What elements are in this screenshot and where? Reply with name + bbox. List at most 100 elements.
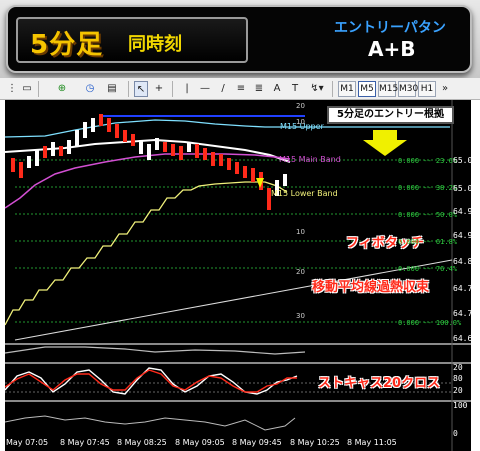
candle: [203, 148, 207, 160]
entry-pattern-value: A+B: [368, 37, 416, 61]
fib-label: 0.000 -- 38.2%: [398, 184, 458, 192]
arrow-tools-icon[interactable]: ↯▾: [306, 81, 328, 97]
fib-label: 0.000 -- 61.8%: [398, 238, 458, 246]
more-icon[interactable]: »: [440, 81, 450, 97]
timeframe-m30[interactable]: M30: [398, 81, 418, 97]
candle: [11, 158, 15, 172]
timeframe-h1[interactable]: H1: [418, 81, 436, 97]
toolbar-divider: [172, 81, 173, 97]
candle: [27, 156, 31, 168]
new-order-icon[interactable]: ⊕: [54, 81, 70, 97]
text-tool-icon[interactable]: A: [270, 81, 284, 97]
candle: [51, 142, 55, 156]
timeframe-m15[interactable]: M15: [378, 81, 398, 97]
timeframe-m1[interactable]: M1: [338, 81, 356, 97]
candle: [107, 118, 111, 132]
fib-label: 0.000 -- 50.0%: [398, 211, 458, 219]
callout-arrow-icon: [363, 130, 407, 156]
candle: [211, 152, 215, 166]
clock-icon[interactable]: ◷: [82, 81, 98, 97]
annotation-stoch: ストキャス20クロス: [318, 376, 441, 391]
entry-basis-callout: 5分足のエントリー根拠: [327, 106, 454, 124]
price-tick: 65.02: [453, 184, 478, 193]
price-tick: 64.85: [453, 257, 478, 266]
trendline-icon[interactable]: /: [216, 81, 230, 97]
toolbar-divider: [332, 81, 333, 97]
pane-divider: [5, 400, 471, 402]
vertical-line-icon[interactable]: |: [180, 81, 194, 97]
candle: [219, 154, 223, 166]
candle: [19, 162, 23, 178]
candle: [43, 146, 47, 158]
chart-margin: [471, 100, 480, 451]
fib-label: 0.000 -- 100.0%: [398, 319, 462, 327]
templates-icon[interactable]: ▤: [104, 81, 120, 97]
entry-pattern-label: エントリーパタン: [334, 20, 446, 36]
osc-scale-label: 100: [453, 401, 468, 410]
candle: [139, 140, 143, 154]
label-tool-icon[interactable]: T: [288, 81, 302, 97]
price-tick: 64.67: [453, 334, 478, 343]
band-main-line: [5, 153, 291, 209]
osc-scale-label: 20: [453, 386, 463, 395]
fibonacci-icon[interactable]: ≣: [252, 81, 266, 97]
pane-divider: [5, 343, 471, 345]
candle: [283, 174, 287, 186]
band-main-label: M15 Main Band: [279, 155, 341, 164]
osc-scale-label: 20: [453, 363, 463, 372]
title-timeframe: 5分足: [30, 30, 104, 60]
time-tick: 8 May 09:45: [232, 438, 282, 447]
fib-label: 0.000 -- 23.6%: [398, 157, 458, 165]
candle: [83, 122, 87, 138]
annotation-ma: 移動平均線過熱収束: [312, 280, 430, 295]
price-tick: 64.97: [453, 207, 478, 216]
entry-pattern-box: エントリーパタン A+B: [326, 13, 468, 67]
candle: [131, 134, 135, 146]
stoch-main-line: [5, 367, 298, 395]
price-tick: 64.73: [453, 309, 478, 318]
trend-line: [14, 259, 453, 341]
horizontal-line-icon[interactable]: —: [198, 81, 212, 97]
timeframe-m5[interactable]: M5: [358, 81, 376, 97]
price-tick: 64.91: [453, 231, 478, 240]
candle: [115, 124, 119, 138]
candle: [187, 142, 191, 152]
candle: [235, 162, 239, 174]
candle: [195, 144, 199, 158]
title-box: 5分足 同時刻: [16, 17, 248, 63]
banner-panel: 5分足 同時刻 エントリーパタン A+B: [6, 5, 472, 73]
cursor-icon[interactable]: ↖: [134, 81, 148, 97]
candles: [11, 114, 287, 210]
crosshair-icon[interactable]: +: [152, 81, 166, 97]
stoch-signal-line: [5, 369, 297, 393]
price-tick: 65.09: [453, 156, 478, 165]
band-lower-label: M15 Lower Band: [271, 189, 338, 198]
candle: [171, 144, 175, 156]
candle: [99, 114, 103, 126]
fib-label: 0.000 -- 76.4%: [398, 265, 458, 273]
scale-label: 10: [296, 228, 305, 236]
osc1-line: [5, 346, 306, 355]
toolbar-divider: [38, 81, 39, 97]
osc-scale-label: 0: [453, 429, 458, 438]
chart-toolbar: ⋮ ▭ ⊕ ◷ ▤ ↖ + | — / ≡ ≣ A T ↯▾ M1 M5 M15…: [0, 78, 480, 100]
osc-scale-label: 80: [453, 374, 463, 383]
scale-label: 20: [296, 102, 305, 110]
candle: [35, 150, 39, 166]
time-tick: 8 May 07:45: [60, 438, 110, 447]
grip-icon: ⋮: [7, 83, 17, 94]
title-subtitle: 同時刻: [128, 34, 182, 55]
candle: [251, 168, 255, 182]
time-tick: May 07:05: [6, 438, 49, 447]
channel-icon[interactable]: ≡: [234, 81, 248, 97]
candle: [59, 146, 63, 156]
chart-window-icon[interactable]: ▭: [20, 81, 34, 97]
candle: [67, 140, 71, 154]
candle: [147, 144, 151, 160]
time-tick: 8 May 11:05: [347, 438, 397, 447]
time-tick: 8 May 10:25: [290, 438, 340, 447]
toolbar-divider: [128, 81, 129, 97]
time-tick: 8 May 09:05: [175, 438, 225, 447]
time-tick: 8 May 08:25: [117, 438, 167, 447]
price-tick: 64.79: [453, 284, 478, 293]
